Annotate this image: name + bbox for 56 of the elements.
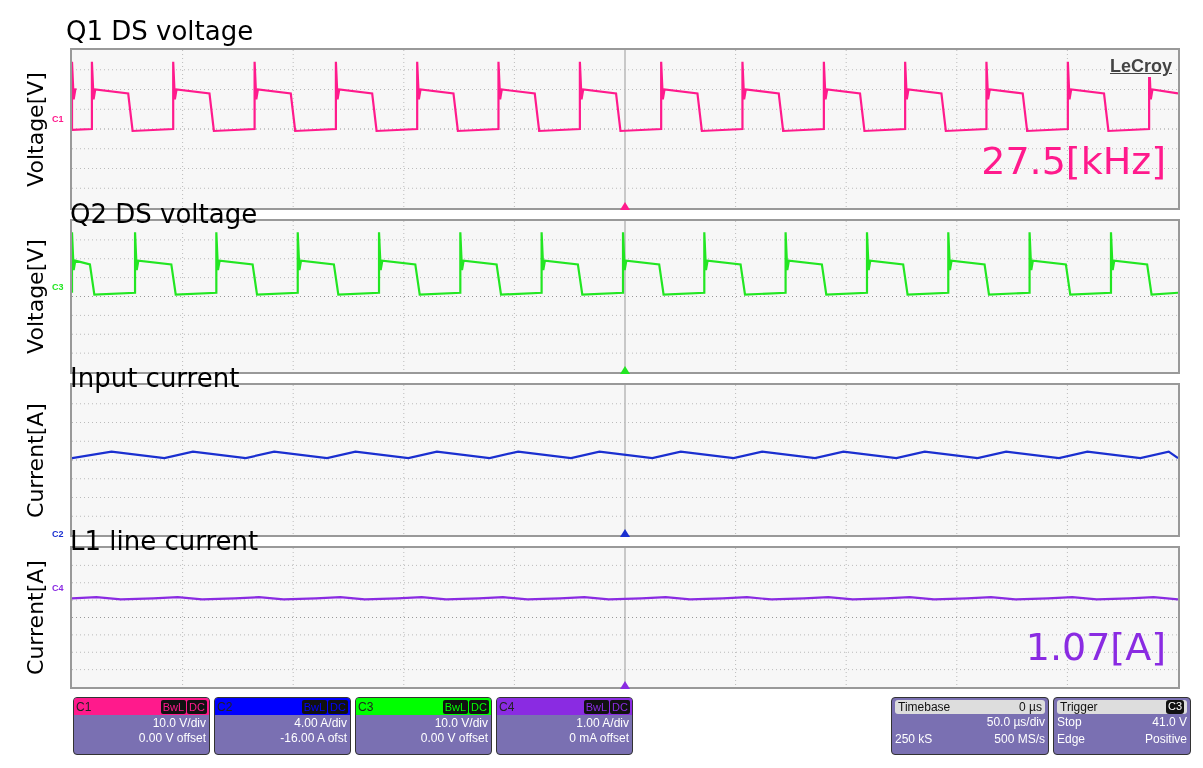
rate-value: 500 MS/s <box>994 731 1045 748</box>
scale-value: 10.0 V/div <box>433 715 489 730</box>
trigger-marker-icon <box>620 681 630 689</box>
channel-marker: C3 <box>52 281 64 292</box>
timescale-value: 50.0 µs/div <box>986 714 1045 731</box>
type-value: Edge <box>1057 731 1086 748</box>
channel-marker: C4 <box>52 583 64 594</box>
axis-label: Voltage[V] <box>22 239 48 354</box>
scale-value: 4.00 A/div <box>293 715 348 730</box>
axis-label: Current[A] <box>22 560 48 675</box>
bandwidth-tag: BwL <box>301 699 328 714</box>
trigger-marker-icon <box>620 202 630 210</box>
reading-label: 1.07[A] <box>1025 628 1166 666</box>
timebase-box[interactable]: Timebase 0 µs 50.0 µs/div 250 kS 500 MS/s <box>891 697 1049 755</box>
axis-label: Voltage[V] <box>22 71 48 187</box>
channel-marker: C1 <box>52 114 64 125</box>
trigger-box[interactable]: Trigger C3 Stop 41.0 V Edge Positive <box>1053 697 1191 755</box>
delay-value: 0 µs <box>1019 700 1042 714</box>
offset-value: 0.00 V offset <box>137 730 207 745</box>
trigger-marker-icon <box>620 529 630 537</box>
reading-label: 27.5[kHz] <box>981 142 1166 180</box>
offset-value: -16.00 A ofst <box>279 730 348 745</box>
bandwidth-tag: BwL <box>442 699 469 714</box>
channel-name: C1 <box>76 699 92 714</box>
axis-label: Current[A] <box>22 402 48 518</box>
logo: LeCroy <box>1108 56 1174 77</box>
scale-value: 1.00 A/div <box>575 715 630 730</box>
trace-title: Input current <box>70 365 240 391</box>
channel-name: C3 <box>358 699 374 714</box>
scale-value: 10.0 V/div <box>151 715 207 730</box>
coupling-tag: DC <box>610 699 630 714</box>
source-tag: C3 <box>1165 700 1184 714</box>
channel-name: C2 <box>217 699 233 714</box>
trace-title: Q2 DS voltage <box>70 201 258 227</box>
timebase-label: Timebase <box>898 700 951 714</box>
offset-value: 0.00 V offset <box>419 730 489 745</box>
channel-box[interactable]: C2 BwL DC 4.00 A/div -16.00 A ofst <box>214 697 351 755</box>
coupling-tag: DC <box>469 699 489 714</box>
channel-name: C4 <box>499 699 515 714</box>
slope-value: Positive <box>1144 731 1187 748</box>
trace-title: L1 line current <box>70 528 259 554</box>
channel-box[interactable]: C4 BwL DC 1.00 A/div 0 mA offset <box>496 697 633 755</box>
bandwidth-tag: BwL <box>160 699 187 714</box>
mode-value: Stop <box>1057 714 1082 731</box>
coupling-tag: DC <box>328 699 348 714</box>
bandwidth-tag: BwL <box>583 699 610 714</box>
coupling-tag: DC <box>187 699 207 714</box>
trigger-marker-icon <box>620 366 630 374</box>
offset-value: 0 mA offset <box>568 730 630 745</box>
channel-box[interactable]: C1 BwL DC 10.0 V/div 0.00 V offset <box>73 697 210 755</box>
trigger-voltage: 41.0 V <box>1152 714 1187 731</box>
samples-value: 250 kS <box>895 731 933 748</box>
channel-box[interactable]: C3 BwL DC 10.0 V/div 0.00 V offset <box>355 697 492 755</box>
trigger-label: Trigger <box>1060 700 1098 714</box>
trace-title: Q1 DS voltage <box>66 18 254 44</box>
channel-marker: C2 <box>52 528 64 539</box>
